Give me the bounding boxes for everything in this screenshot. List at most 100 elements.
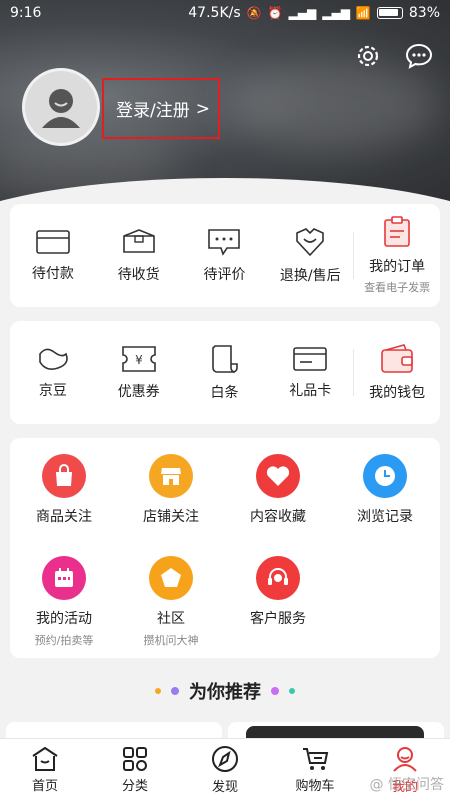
bean-icon bbox=[39, 348, 68, 370]
tab-discover[interactable]: 发现 bbox=[180, 739, 270, 800]
service-icon-circle bbox=[42, 454, 86, 498]
service-community[interactable]: 社区 攒机问大神 bbox=[117, 556, 225, 648]
settings-button[interactable] bbox=[352, 40, 384, 72]
service-icon-circle bbox=[256, 454, 300, 498]
service-icon-circle bbox=[149, 454, 193, 498]
asset-jingdou[interactable]: 京豆 bbox=[10, 321, 96, 424]
tab-category[interactable]: 分类 bbox=[90, 739, 180, 800]
assets-card: 京豆 ¥ 优惠券 白条 礼品卡 我的钱包 bbox=[10, 321, 440, 424]
service-icon-circle bbox=[42, 556, 86, 600]
coupon-icon: ¥ bbox=[121, 345, 156, 372]
network-speed: 47.5K/s bbox=[188, 5, 241, 21]
service-product-follow[interactable]: 商品关注 bbox=[10, 454, 118, 526]
signal-icon: ▂▄▆ bbox=[288, 6, 317, 20]
service-my-activities[interactable]: 我的活动 预约/拍卖等 bbox=[10, 556, 118, 648]
heart-icon bbox=[266, 466, 290, 486]
asset-item-label: 优惠券 bbox=[117, 383, 160, 400]
decor-dot bbox=[155, 688, 161, 694]
service-label: 店铺关注 bbox=[143, 509, 199, 525]
home-icon bbox=[32, 746, 58, 771]
svg-text:¥: ¥ bbox=[135, 353, 143, 367]
watermark: @ 悟空问答 bbox=[369, 777, 444, 793]
service-shop-follow[interactable]: 店铺关注 bbox=[117, 454, 225, 526]
service-browse-history[interactable]: 浏览记录 bbox=[331, 454, 439, 526]
asset-gift-card[interactable]: 礼品卡 bbox=[267, 321, 353, 424]
alarm-icon: ⏰ bbox=[267, 6, 283, 20]
service-icon bbox=[296, 227, 325, 256]
service-icon-circle bbox=[256, 556, 300, 600]
box-icon bbox=[122, 228, 155, 253]
calendar-icon bbox=[55, 568, 73, 587]
my-orders-label: 我的订单 bbox=[369, 259, 426, 275]
tab-label: 分类 bbox=[121, 778, 148, 794]
asset-item-label: 京豆 bbox=[38, 382, 67, 399]
battery-percent: 83% bbox=[408, 5, 440, 21]
service-content-favorites[interactable]: 内容收藏 bbox=[224, 454, 332, 526]
service-icon-circle bbox=[363, 454, 407, 498]
login-register-label: 登录/注册 bbox=[116, 101, 190, 121]
wallet-card-icon bbox=[36, 229, 70, 254]
comment-icon bbox=[208, 228, 241, 256]
status-time: 9:16 bbox=[10, 5, 42, 21]
service-label: 客户服务 bbox=[250, 611, 306, 627]
decor-dot bbox=[171, 687, 179, 695]
gear-icon bbox=[357, 45, 379, 67]
scroll-icon bbox=[212, 344, 239, 373]
service-label: 内容收藏 bbox=[250, 509, 306, 525]
shopping-bag-icon bbox=[56, 464, 72, 486]
order-item-label: 待付款 bbox=[31, 265, 74, 282]
user-icon bbox=[393, 746, 417, 772]
service-customer-service[interactable]: 客户服务 bbox=[224, 556, 332, 628]
gift-card-icon bbox=[293, 346, 328, 371]
order-pending-receipt[interactable]: 待收货 bbox=[96, 204, 182, 307]
cart-icon bbox=[303, 747, 329, 770]
headset-icon bbox=[268, 568, 288, 585]
recommend-title: 为你推荐 bbox=[189, 682, 261, 703]
service-icon-circle bbox=[149, 556, 193, 600]
services-card: 商品关注 店铺关注 内容收藏 浏览记录 我的活动 预约/拍卖等 社区 攒机问大神 bbox=[10, 438, 440, 658]
service-label: 社区 bbox=[157, 611, 185, 627]
asset-item-label: 礼品卡 bbox=[289, 382, 332, 399]
service-label: 商品关注 bbox=[36, 509, 92, 525]
message-button[interactable] bbox=[403, 40, 435, 72]
clipboard-icon bbox=[384, 216, 410, 247]
wifi-icon: 📶 bbox=[355, 6, 371, 20]
order-item-label: 待评价 bbox=[203, 266, 246, 283]
default-avatar-icon bbox=[42, 89, 80, 128]
tab-home[interactable]: 首页 bbox=[0, 739, 90, 800]
shop-icon bbox=[161, 468, 181, 485]
wallet-icon bbox=[381, 343, 413, 373]
signal-icon: ▂▄▆ bbox=[322, 6, 350, 20]
my-wallet-label: 我的钱包 bbox=[369, 384, 426, 401]
service-sublabel: 预约/拍卖等 bbox=[34, 634, 94, 647]
service-sublabel: 攒机问大神 bbox=[143, 634, 199, 647]
order-returns-service[interactable]: 退换/售后 bbox=[267, 204, 353, 307]
chevron-right-icon: > bbox=[195, 98, 210, 119]
decor-dot bbox=[271, 687, 279, 695]
order-item-label: 待收货 bbox=[117, 266, 160, 283]
tab-label: 购物车 bbox=[295, 778, 335, 794]
order-item-label: 退换/售后 bbox=[279, 267, 341, 284]
service-label: 浏览记录 bbox=[357, 509, 413, 525]
order-pending-review[interactable]: 待评价 bbox=[182, 204, 268, 307]
decor-dot bbox=[289, 688, 295, 694]
battery-icon bbox=[376, 7, 403, 19]
tab-label: 首页 bbox=[31, 778, 58, 794]
chat-bubble-icon bbox=[405, 43, 433, 69]
tab-label: 发现 bbox=[211, 779, 238, 795]
my-orders-button[interactable]: 我的订单 查看电子发票 bbox=[354, 204, 440, 307]
asset-coupon[interactable]: ¥ 优惠券 bbox=[96, 321, 182, 424]
order-pending-payment[interactable]: 待付款 bbox=[10, 204, 96, 307]
recommend-header: 为你推荐 bbox=[0, 672, 450, 710]
avatar[interactable] bbox=[22, 68, 100, 146]
header-bg-blur bbox=[230, 60, 440, 150]
asset-baitiao[interactable]: 白条 bbox=[182, 321, 268, 424]
orders-card: 待付款 待收货 待评价 退换/售后 我的订单 查看电子发票 bbox=[10, 204, 440, 307]
category-icon bbox=[123, 746, 147, 771]
login-register-link[interactable]: 登录/注册 > bbox=[102, 78, 220, 139]
pentagon-icon bbox=[161, 568, 181, 587]
tab-cart[interactable]: 购物车 bbox=[270, 739, 360, 800]
compass-icon bbox=[212, 745, 238, 772]
status-bar: 9:16 47.5K/s 🔕 ⏰ ▂▄▆ ▂▄▆ 📶 83% bbox=[0, 0, 450, 26]
my-wallet-button[interactable]: 我的钱包 bbox=[354, 321, 440, 424]
